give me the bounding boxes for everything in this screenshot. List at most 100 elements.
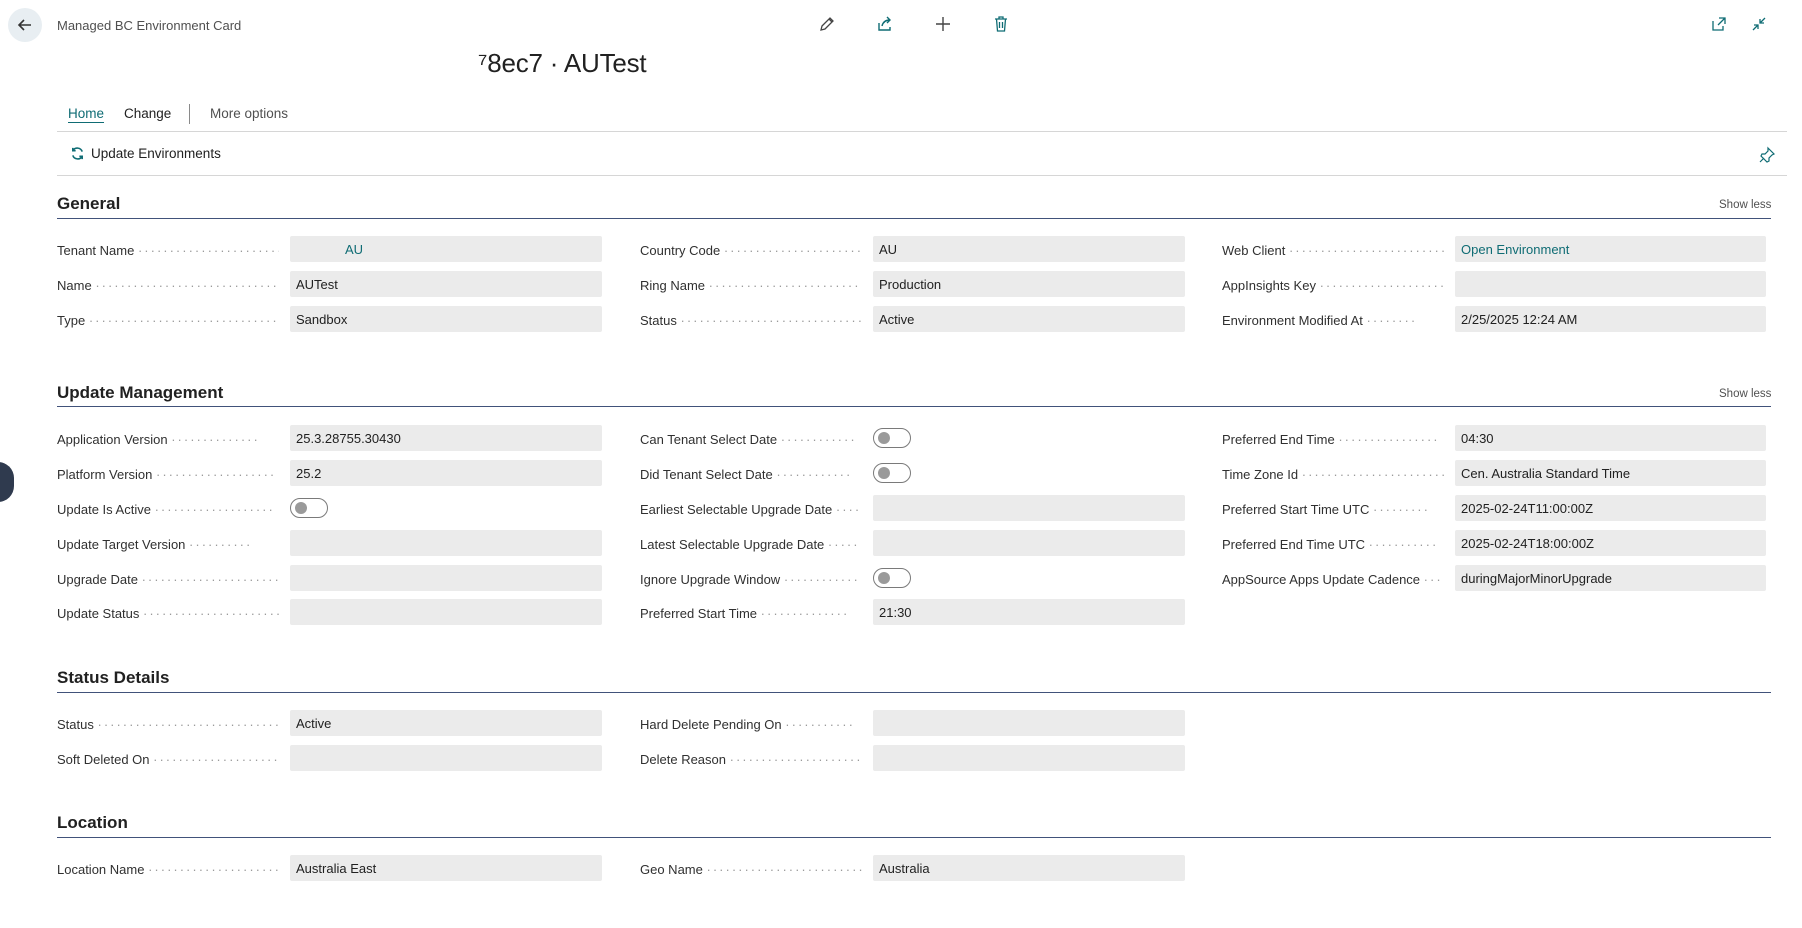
- ring-name-field[interactable]: Production: [873, 271, 1185, 297]
- latest-date-field[interactable]: [873, 530, 1185, 556]
- plus-icon: [936, 17, 950, 31]
- can-select-label: Can Tenant Select Date ············: [640, 432, 857, 447]
- section-title-update-management[interactable]: Update Management: [57, 383, 223, 403]
- open-new-window-button[interactable]: [1708, 13, 1730, 35]
- tenant-name-label: Tenant Name ··························: [57, 243, 279, 258]
- update-environments-button[interactable]: Update Environments: [70, 146, 221, 161]
- status-label: Status ·······························: [640, 313, 862, 328]
- collapse-button[interactable]: [1748, 13, 1770, 35]
- tenant-name-field[interactable]: AU: [290, 236, 602, 262]
- location-divider: [57, 837, 1771, 838]
- target-version-field[interactable]: [290, 530, 602, 556]
- country-code-label: Country Code ························: [640, 243, 862, 258]
- update-show-less[interactable]: Show less: [1719, 388, 1771, 400]
- pref-end-utc-field[interactable]: 2025-02-24T18:00:00Z: [1455, 530, 1766, 556]
- type-label: Type ································: [57, 313, 279, 328]
- cadence-field[interactable]: duringMajorMinorUpgrade: [1455, 565, 1766, 591]
- pref-end-utc-label: Preferred End Time UTC ···········: [1222, 537, 1439, 552]
- hard-delete-field[interactable]: [873, 710, 1185, 736]
- refresh-icon: [72, 147, 83, 160]
- pin-icon: [1759, 146, 1776, 163]
- tab-change[interactable]: Change: [124, 106, 171, 121]
- pref-end-field[interactable]: 04:30: [1455, 425, 1766, 451]
- web-client-link[interactable]: Open Environment: [1455, 236, 1766, 262]
- ignore-window-toggle[interactable]: [873, 568, 911, 588]
- status-details-status-label: Status ·······························: [57, 717, 279, 732]
- pref-start-field[interactable]: 21:30: [873, 599, 1185, 625]
- appinsights-key-label: AppInsights Key ····················: [1222, 278, 1444, 293]
- update-environments-label: Update Environments: [91, 146, 221, 161]
- record-title: ⁷8ec7 · AUTest: [478, 48, 647, 78]
- latest-date-label: Latest Selectable Upgrade Date ·····: [640, 537, 860, 552]
- collapse-icon: [1752, 17, 1766, 31]
- pref-start-utc-field[interactable]: 2025-02-24T11:00:00Z: [1455, 495, 1766, 521]
- trash-icon: [995, 16, 1007, 32]
- update-active-label: Update Is Active ···················: [57, 502, 275, 517]
- general-show-less[interactable]: Show less: [1719, 199, 1771, 211]
- cadence-label: AppSource Apps Update Cadence ···: [1222, 572, 1443, 587]
- app-version-label: Application Version ··············: [57, 432, 260, 447]
- platform-version-label: Platform Version ···················: [57, 467, 277, 482]
- earliest-date-label: Earliest Selectable Upgrade Date ·····: [640, 502, 862, 517]
- env-modified-field[interactable]: 2/25/2025 12:24 AM: [1455, 306, 1766, 332]
- ribbon-divider-top: [57, 131, 1787, 132]
- update-active-toggle[interactable]: [290, 498, 328, 518]
- update-status-label: Update Status ·························: [57, 606, 279, 621]
- country-code-field[interactable]: AU: [873, 236, 1185, 262]
- geo-name-field[interactable]: Australia: [873, 855, 1185, 881]
- page-caption: Managed BC Environment Card: [57, 18, 242, 33]
- web-client-label: Web Client ··························: [1222, 243, 1444, 258]
- did-select-label: Did Tenant Select Date ············: [640, 467, 853, 482]
- time-zone-field[interactable]: Cen. Australia Standard Time: [1455, 460, 1766, 486]
- back-button[interactable]: [8, 8, 42, 42]
- status-divider: [57, 692, 1771, 693]
- share-icon: [878, 16, 891, 31]
- share-button[interactable]: [874, 13, 896, 35]
- tab-home[interactable]: Home: [68, 106, 104, 121]
- ignore-window-label: Ignore Upgrade Window ············: [640, 572, 860, 587]
- general-divider: [57, 218, 1771, 219]
- env-modified-label: Environment Modified At ········: [1222, 313, 1418, 328]
- name-field[interactable]: AUTest: [290, 271, 602, 297]
- delete-reason-label: Delete Reason ························: [640, 752, 862, 767]
- status-details-status-field[interactable]: Active: [290, 710, 602, 736]
- pencil-icon: [820, 17, 834, 31]
- location-name-field[interactable]: Australia East: [290, 855, 602, 881]
- appinsights-key-field[interactable]: [1455, 271, 1766, 297]
- soft-deleted-field[interactable]: [290, 745, 602, 771]
- pref-start-label: Preferred Start Time ··············: [640, 606, 850, 621]
- name-label: Name ·······························: [57, 278, 279, 293]
- target-version-label: Update Target Version ··········: [57, 537, 253, 552]
- side-panel-handle[interactable]: [0, 462, 14, 502]
- new-button[interactable]: [932, 13, 954, 35]
- earliest-date-field[interactable]: [873, 495, 1185, 521]
- pref-end-label: Preferred End Time ················: [1222, 432, 1440, 447]
- soft-deleted-label: Soft Deleted On ······················: [57, 752, 279, 767]
- update-divider: [57, 406, 1771, 407]
- ring-name-label: Ring Name ····························: [640, 278, 862, 293]
- status-field[interactable]: Active: [873, 306, 1185, 332]
- pin-button[interactable]: [1758, 146, 1776, 164]
- geo-name-label: Geo Name ····························: [640, 862, 862, 877]
- app-version-field[interactable]: 25.3.28755.30430: [290, 425, 602, 451]
- upgrade-date-field[interactable]: [290, 565, 602, 591]
- edit-button[interactable]: [816, 13, 838, 35]
- tab-separator: [189, 104, 190, 124]
- section-title-status-details[interactable]: Status Details: [57, 668, 169, 688]
- delete-reason-field[interactable]: [873, 745, 1185, 771]
- type-field[interactable]: Sandbox: [290, 306, 602, 332]
- update-status-field[interactable]: [290, 599, 602, 625]
- location-name-label: Location Name ·····················: [57, 862, 279, 877]
- did-select-toggle[interactable]: [873, 463, 911, 483]
- platform-version-field[interactable]: 25.2: [290, 460, 602, 486]
- hard-delete-label: Hard Delete Pending On ···········: [640, 717, 855, 732]
- time-zone-label: Time Zone Id ·························: [1222, 467, 1444, 482]
- delete-button[interactable]: [990, 13, 1012, 35]
- back-arrow-icon: [17, 19, 31, 31]
- ribbon-divider-bottom: [57, 175, 1787, 176]
- open-in-new-window-icon: [1712, 17, 1726, 31]
- can-select-toggle[interactable]: [873, 428, 911, 448]
- section-title-location[interactable]: Location: [57, 813, 128, 833]
- section-title-general[interactable]: General: [57, 194, 120, 214]
- tab-more-options[interactable]: More options: [210, 106, 288, 121]
